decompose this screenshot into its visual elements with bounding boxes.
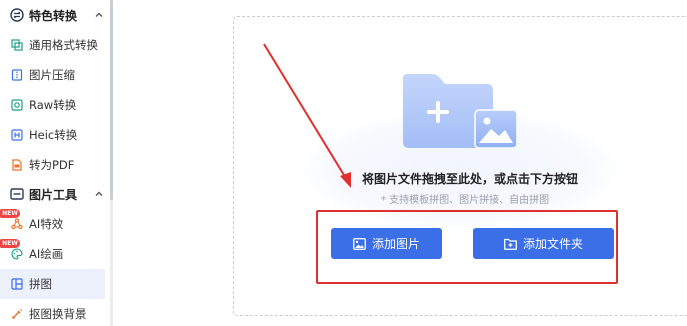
add-folder-illustration-icon	[403, 74, 518, 149]
sidebar-item-collage[interactable]: 拼图	[0, 269, 105, 299]
sidebar-item-label: Heic转换	[29, 128, 78, 142]
sidebar-item-pdf[interactable]: 转为PDF	[0, 150, 105, 180]
chevron-up-icon[interactable]	[94, 10, 104, 20]
ai-painting-icon	[11, 248, 23, 260]
add-image-label: 添加图片	[371, 237, 420, 251]
add-image-button[interactable]: 添加图片	[331, 228, 442, 259]
sidebar-item-compress[interactable]: 图片压缩	[0, 60, 105, 90]
drop-zone-subtitle: * 支持模板拼图、图片拼接、自由拼图	[380, 195, 550, 206]
sidebar-section-special-convert[interactable]: 特色转换	[0, 2, 108, 28]
sidebar-item-raw[interactable]: Raw转换	[0, 90, 105, 120]
add-folder-button[interactable]: 添加文件夹	[473, 228, 614, 259]
sidebar-item-label: 拼图	[29, 277, 52, 291]
drop-zone-title: 将图片文件拖拽至此处，或点击下方按钮	[361, 172, 578, 186]
image-tools-section-icon	[10, 188, 24, 200]
sidebar-item-ai-painting[interactable]: NEW AI绘画	[0, 239, 105, 269]
heic-icon	[11, 129, 23, 141]
sidebar-item-label: AI绘画	[29, 247, 64, 261]
section-label: 特色转换	[29, 8, 78, 23]
folder-plus-icon	[504, 238, 517, 250]
ai-effects-icon	[11, 218, 23, 230]
sidebar-item-general-convert[interactable]: 通用格式转换	[0, 30, 105, 60]
new-badge: NEW	[0, 239, 20, 248]
chevron-up-icon[interactable]	[94, 189, 104, 199]
section-label: 图片工具	[29, 187, 78, 202]
new-badge: NEW	[0, 209, 20, 218]
sidebar-item-label: 图片压缩	[29, 68, 75, 82]
sidebar-item-label: Raw转换	[29, 98, 77, 112]
sidebar-item-ai-effects[interactable]: NEW AI特效	[0, 209, 105, 239]
pdf-icon	[12, 159, 22, 171]
sidebar-item-cutout[interactable]: 抠图换背景	[0, 299, 105, 326]
cutout-icon	[12, 309, 22, 319]
compress-icon	[11, 69, 23, 81]
convert-section-icon	[10, 8, 24, 22]
sidebar-item-heic[interactable]: Heic转换	[0, 120, 105, 150]
sidebar-item-label: 转为PDF	[29, 158, 75, 172]
sidebar-section-image-tools[interactable]: 图片工具	[0, 181, 108, 207]
sidebar-item-label: AI特效	[29, 217, 64, 231]
image-icon	[353, 237, 366, 250]
collage-icon	[11, 278, 23, 290]
sidebar-item-label: 通用格式转换	[29, 38, 98, 52]
sidebar-item-label: 抠图换背景	[29, 307, 87, 321]
sidebar-scrollbar-thumb[interactable]	[110, 0, 113, 200]
format-convert-icon	[11, 39, 23, 51]
sidebar: 特色转换 通用格式转换 图片压缩 Raw转换 Heic转换 转为PDF 图片工具…	[0, 0, 112, 326]
add-folder-label: 添加文件夹	[522, 237, 583, 251]
raw-icon	[11, 99, 23, 111]
